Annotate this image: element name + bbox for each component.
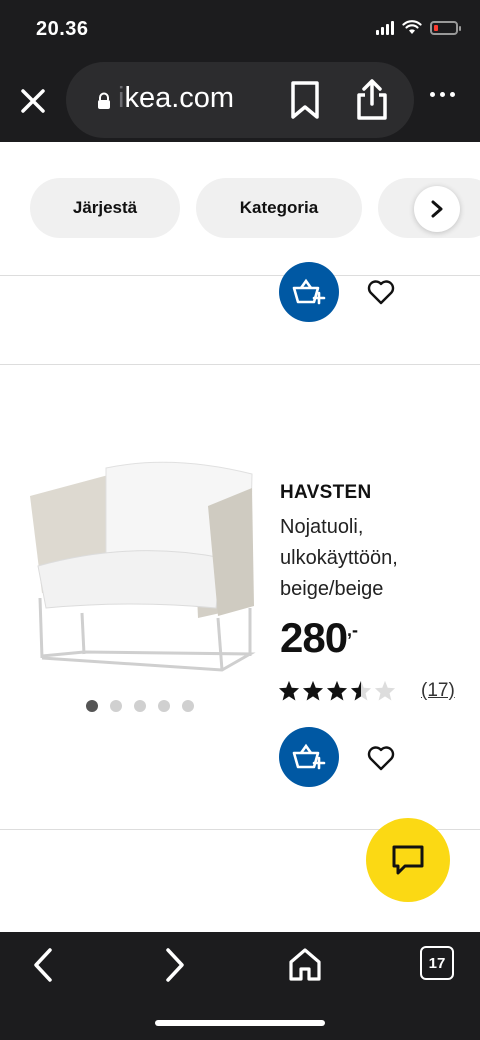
bookmark-icon (291, 81, 319, 119)
share-button[interactable] (354, 78, 390, 127)
status-icons (376, 20, 461, 35)
product-image[interactable] (22, 448, 262, 680)
product-divider (0, 364, 480, 365)
close-button[interactable] (14, 82, 52, 120)
close-icon (21, 89, 45, 113)
star-icon (278, 680, 300, 701)
rating-stars[interactable] (278, 680, 396, 701)
favorite-button-prev[interactable] (366, 277, 396, 307)
status-time: 20.36 (36, 18, 89, 40)
half-star-icon (350, 680, 372, 701)
chevron-right-icon (166, 948, 184, 982)
empty-star-icon (374, 680, 396, 701)
add-to-cart-button[interactable] (279, 727, 339, 787)
carousel-dot[interactable] (110, 700, 122, 712)
price-suffix: ,- (347, 620, 358, 640)
star-icon (302, 680, 324, 701)
carousel-dot[interactable] (86, 700, 98, 712)
back-button[interactable] (28, 946, 58, 989)
home-icon (289, 948, 321, 981)
chevron-left-icon (34, 948, 52, 982)
wifi-icon (402, 20, 422, 34)
bookmark-button[interactable] (288, 80, 322, 125)
carousel-dot[interactable] (158, 700, 170, 712)
product-description[interactable]: Nojatuoli, ulkokäyttöön, beige/beige (280, 512, 470, 605)
battery-icon (430, 20, 461, 35)
category-chip[interactable]: Kategoria (196, 178, 362, 238)
heart-icon (367, 746, 395, 771)
carousel-dot[interactable] (134, 700, 146, 712)
home-indicator[interactable] (155, 1020, 325, 1026)
image-carousel-dots[interactable] (86, 700, 194, 712)
product-name[interactable]: HAVSTEN (280, 482, 371, 504)
heart-icon (367, 280, 395, 305)
forward-button[interactable] (160, 946, 190, 989)
cart-add-icon (292, 278, 326, 305)
share-icon (357, 79, 387, 120)
favorite-button[interactable] (366, 743, 396, 773)
url-text[interactable]: ikea.com (118, 82, 234, 115)
lock-icon (98, 92, 110, 109)
carousel-dot[interactable] (182, 700, 194, 712)
add-to-cart-button-prev[interactable] (279, 262, 339, 322)
tabs-button[interactable]: 17 (420, 946, 454, 980)
cart-add-icon (292, 743, 326, 770)
star-icon (326, 680, 348, 701)
sort-chip[interactable]: Järjestä (30, 178, 180, 238)
review-count-link[interactable]: (17) (421, 680, 455, 702)
product-price: 280 (280, 614, 348, 661)
chat-button[interactable] (366, 818, 450, 902)
chat-icon (392, 845, 424, 875)
more-icon (430, 92, 435, 97)
home-button[interactable] (288, 946, 322, 987)
signal-icon (376, 20, 394, 35)
chevron-right-icon (431, 200, 443, 218)
more-options-button[interactable] (430, 92, 455, 97)
scroll-filters-button[interactable] (414, 186, 460, 232)
